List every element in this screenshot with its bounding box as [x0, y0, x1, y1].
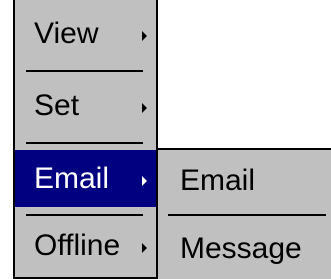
menu-item-set[interactable]: Set [15, 77, 156, 134]
menu-separator [26, 214, 143, 216]
menu-item-label: Email [34, 162, 110, 195]
menu-item-label: Offline [34, 229, 121, 262]
submenu-item-label: Message [180, 232, 302, 265]
menu-item-view[interactable]: View [15, 5, 156, 62]
submenu-arrow-icon [142, 31, 147, 41]
submenu-item-message[interactable]: Message [158, 220, 331, 277]
submenu-arrow-icon [142, 103, 147, 113]
menu-item-label: View [34, 17, 99, 50]
menu-separator [26, 142, 143, 144]
email-submenu: Email Message [156, 148, 331, 279]
menu-separator [26, 70, 143, 72]
context-menu: View Set Email Offline [13, 0, 158, 279]
menu-item-offline[interactable]: Offline [15, 217, 156, 274]
menu-item-email[interactable]: Email [15, 150, 156, 207]
menu-item-label: Set [34, 89, 80, 122]
submenu-arrow-icon [142, 243, 147, 253]
submenu-separator [168, 214, 326, 216]
submenu-item-email[interactable]: Email [158, 152, 331, 209]
submenu-item-label: Email [180, 164, 256, 197]
submenu-arrow-icon [142, 176, 147, 186]
